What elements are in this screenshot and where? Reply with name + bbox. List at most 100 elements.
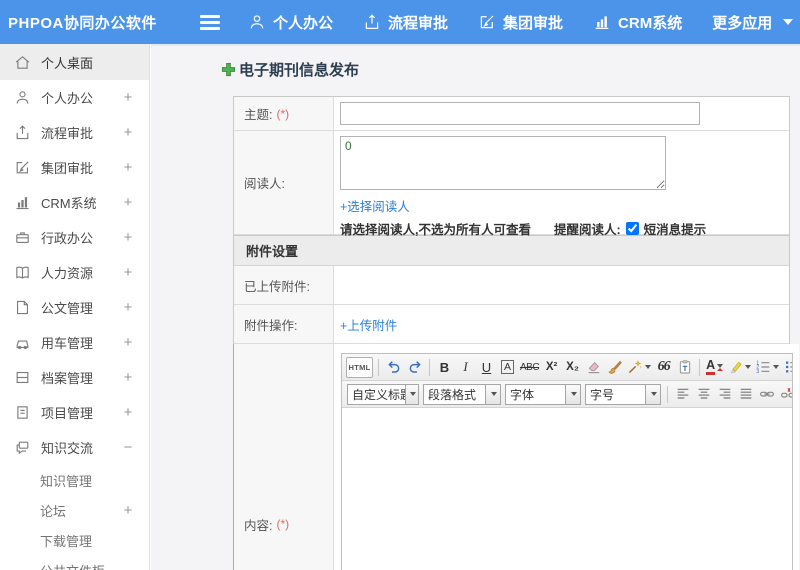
italic-button[interactable]: I	[456, 357, 475, 378]
editor-toolbar-row1: HTML B I U A ABC X² X₂ 66 A	[342, 354, 792, 381]
link-icon[interactable]	[757, 384, 776, 405]
expand-icon[interactable]: +	[121, 159, 135, 176]
ordered-list-icon[interactable]	[754, 357, 780, 378]
readers-textarea[interactable]: 0	[340, 136, 666, 190]
paste-icon[interactable]	[675, 357, 694, 378]
expand-icon[interactable]: +	[121, 124, 135, 141]
expand-icon[interactable]: +	[121, 404, 135, 421]
redo-icon[interactable]	[405, 357, 424, 378]
unordered-list-icon[interactable]	[782, 357, 792, 378]
doc-icon	[14, 299, 31, 316]
sidebar-item-7[interactable]: 人力资源 +	[0, 255, 149, 290]
uploaded-attachments-row: 已上传附件:	[234, 266, 789, 305]
expand-icon[interactable]: +	[121, 264, 135, 281]
upload-attachment-link[interactable]: +上传附件	[340, 315, 397, 334]
sidebar-item-13[interactable]: 知识管理	[0, 465, 149, 495]
project-icon	[14, 404, 31, 421]
sidebar-item-1[interactable]: 个人桌面	[0, 44, 149, 80]
car-icon	[14, 334, 31, 351]
sidebar-item-16[interactable]: 公共文件柜	[0, 555, 149, 570]
dropdown-caret-icon	[745, 365, 752, 369]
subject-row: 主题: (*)	[234, 97, 789, 131]
sidebar-item-3[interactable]: 流程审批 +	[0, 115, 149, 150]
autotypeset-icon[interactable]	[626, 357, 652, 378]
nav-item-3[interactable]: 集团审批	[478, 12, 563, 33]
expand-icon[interactable]: +	[121, 334, 135, 351]
sidebar-item-12[interactable]: 知识交流 −	[0, 430, 149, 465]
font-select[interactable]: 字体	[505, 383, 581, 405]
required-mark: (*)	[276, 517, 290, 531]
edit-icon	[14, 159, 31, 176]
nav-item-1[interactable]: 个人办公	[248, 12, 333, 33]
sidebar-item-label: 用车管理	[41, 336, 94, 351]
align-left-icon[interactable]	[673, 384, 692, 405]
collapse-icon[interactable]: −	[121, 439, 135, 456]
expand-icon[interactable]: +	[121, 299, 135, 316]
html-source-button[interactable]: HTML	[346, 356, 373, 378]
sidebar-item-8[interactable]: 公文管理 +	[0, 290, 149, 325]
top-nav: 个人办公 流程审批 集团审批 CRM系统 更多应用	[248, 12, 794, 33]
dropdown-caret-icon	[565, 384, 580, 404]
readers-hint: 请选择阅读人,不选为所有人可查看	[340, 223, 531, 237]
sidebar-item-2[interactable]: 个人办公 +	[0, 80, 149, 115]
chart-icon	[593, 13, 611, 31]
nav-item-label: 集团审批	[503, 14, 564, 32]
rich-text-editor: HTMLBIUAABCX²X₂66A 自定义标题段落格式字体字号	[341, 353, 793, 570]
choose-readers-link[interactable]: +选择阅读人	[340, 196, 783, 215]
char-border-button[interactable]: A	[498, 357, 517, 378]
chart-icon	[14, 194, 31, 211]
nav-item-2[interactable]: 流程审批	[363, 12, 448, 33]
subject-input[interactable]	[340, 102, 700, 125]
blockquote-button[interactable]: 66	[654, 357, 673, 378]
size-select[interactable]: 字号	[585, 383, 661, 405]
expand-icon[interactable]: +	[121, 229, 135, 246]
align-right-icon[interactable]	[715, 384, 734, 405]
underline-button[interactable]: U	[477, 357, 496, 378]
sidebar-item-11[interactable]: 项目管理 +	[0, 395, 149, 430]
dropdown-caret-icon	[717, 363, 724, 371]
sidebar-item-label: 个人桌面	[41, 55, 94, 71]
nav-item-5[interactable]: 更多应用	[712, 12, 794, 33]
page-title-row: 电子期刊信息发布	[221, 59, 800, 80]
format-brush-icon[interactable]	[605, 357, 624, 378]
sms-remind-checkbox[interactable]	[625, 222, 639, 235]
font-color-button[interactable]: A	[705, 357, 724, 378]
archive-icon	[14, 369, 31, 386]
nav-item-label: 更多应用	[712, 14, 773, 32]
sidebar-item-5[interactable]: CRM系统 +	[0, 185, 149, 220]
book-icon	[14, 264, 31, 281]
expand-icon[interactable]: +	[121, 194, 135, 211]
sidebar-item-14[interactable]: 论坛 +	[0, 495, 149, 525]
publish-form: 主题: (*) 阅读人: 0 +选择阅读人 请选择阅读人,不选为所有人可查看 提…	[233, 96, 799, 570]
sidebar-item-label: 项目管理	[41, 406, 94, 421]
app-logo: PHPOA协同办公软件	[8, 14, 157, 32]
sidebar-item-9[interactable]: 用车管理 +	[0, 325, 149, 360]
nav-item-4[interactable]: CRM系统	[593, 12, 682, 33]
editor-content-area[interactable]	[342, 408, 792, 570]
style-select[interactable]: 自定义标题	[347, 383, 419, 405]
sidebar-item-15[interactable]: 下载管理	[0, 525, 149, 555]
eraser-icon[interactable]	[584, 357, 603, 378]
expand-icon[interactable]: +	[121, 89, 135, 106]
sidebar-item-6[interactable]: 行政办公 +	[0, 220, 149, 255]
sidebar-item-label: 人力资源	[41, 266, 94, 281]
expand-icon[interactable]: +	[121, 502, 135, 519]
subscript-button[interactable]: X₂	[563, 357, 582, 378]
format-select[interactable]: 段落格式	[423, 383, 501, 405]
justify-icon[interactable]	[736, 384, 755, 405]
expand-icon[interactable]: +	[121, 369, 135, 386]
sms-remind-label: 短消息提示	[643, 223, 707, 237]
sidebar-item-4[interactable]: 集团审批 +	[0, 150, 149, 185]
strikethrough-button[interactable]: ABC	[519, 357, 540, 378]
align-center-icon[interactable]	[694, 384, 713, 405]
hamburger-menu-icon[interactable]	[200, 14, 220, 30]
sidebar-item-10[interactable]: 档案管理 +	[0, 360, 149, 395]
sidebar-item-label: 论坛	[40, 503, 67, 519]
highlighter-icon[interactable]	[726, 357, 752, 378]
undo-icon[interactable]	[384, 357, 403, 378]
bold-button[interactable]: B	[435, 357, 454, 378]
unlink-icon[interactable]	[778, 384, 792, 405]
page-title: 电子期刊信息发布	[239, 62, 360, 79]
flow-icon	[363, 13, 381, 31]
superscript-button[interactable]: X²	[542, 357, 561, 378]
